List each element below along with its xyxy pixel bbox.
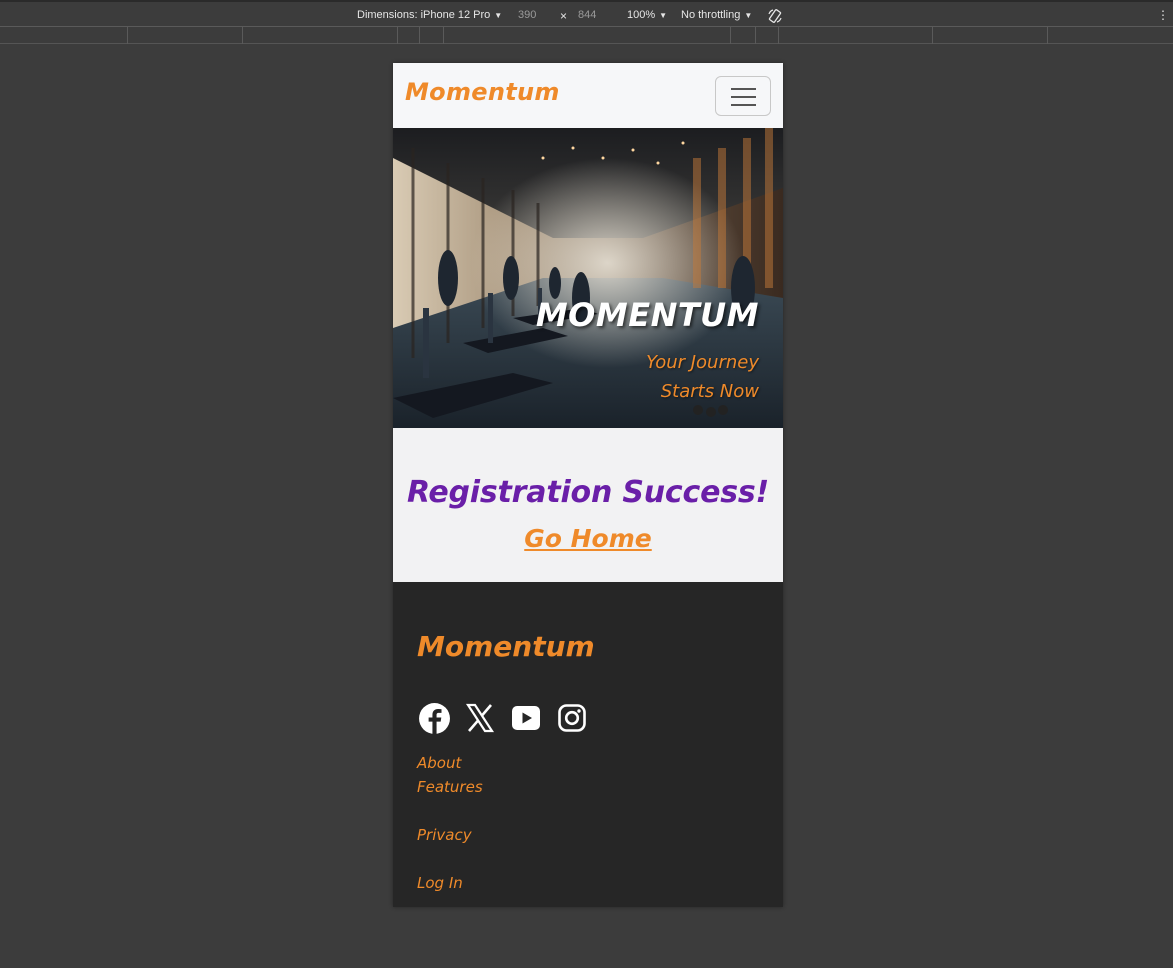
devtools-device-toolbar: Dimensions: iPhone 12 Pro ▼ 390 × 844 10… (0, 0, 1173, 27)
footer-link-features[interactable]: Features (417, 778, 483, 796)
youtube-icon[interactable] (509, 701, 543, 735)
facebook-icon[interactable] (417, 701, 451, 735)
rotate-device-icon[interactable] (767, 8, 783, 24)
dimension-separator: × (560, 9, 567, 23)
width-value: 390 (518, 9, 537, 21)
more-options-icon[interactable]: ⋮ (1157, 9, 1169, 21)
zoom-select[interactable]: 100% ▼ (627, 9, 667, 21)
instagram-icon[interactable] (555, 701, 589, 735)
navbar-brand[interactable]: Momentum (405, 78, 560, 106)
page-heading: Registration Success! (406, 475, 770, 510)
media-query-bar (0, 27, 1173, 44)
x-icon[interactable] (463, 701, 497, 735)
footer-link-about[interactable]: About (417, 754, 461, 772)
footer-link-log-in[interactable]: Log In (417, 874, 463, 892)
device-viewport: Momentum MOMENTUM Your Journey Starts No… (393, 63, 783, 907)
width-input[interactable]: 390 (518, 9, 536, 21)
device-dimensions-select[interactable]: Dimensions: iPhone 12 Pro ▼ (357, 9, 502, 21)
navbar: Momentum (393, 63, 783, 128)
height-value: 844 (578, 9, 597, 21)
footer-link-privacy[interactable]: Privacy (417, 826, 472, 844)
throttling-value: No throttling (681, 9, 741, 21)
height-input[interactable]: 844 (578, 9, 596, 21)
go-home-link[interactable]: Go Home (393, 524, 783, 553)
hero-banner: MOMENTUM Your Journey Starts Now (393, 128, 783, 428)
chevron-down-icon: ▼ (659, 10, 668, 20)
social-links (417, 701, 601, 735)
device-dimensions-label: Dimensions: iPhone 12 Pro (357, 9, 491, 21)
hero-title: MOMENTUM (535, 296, 759, 334)
chevron-down-icon: ▼ (494, 10, 503, 20)
registration-success-section: Registration Success! Go Home (393, 428, 783, 582)
footer-brand[interactable]: Momentum (417, 630, 595, 663)
hamburger-icon (731, 88, 756, 90)
hero-subtitle: Your Journey Starts Now (646, 352, 759, 402)
zoom-value: 100% (627, 9, 656, 21)
times-icon: × (560, 9, 568, 23)
throttling-select[interactable]: No throttling ▼ (681, 9, 752, 21)
footer: Momentum About Features Privacy Log In (393, 582, 783, 907)
chevron-down-icon: ▼ (744, 10, 753, 20)
navbar-toggler-button[interactable] (715, 76, 771, 116)
